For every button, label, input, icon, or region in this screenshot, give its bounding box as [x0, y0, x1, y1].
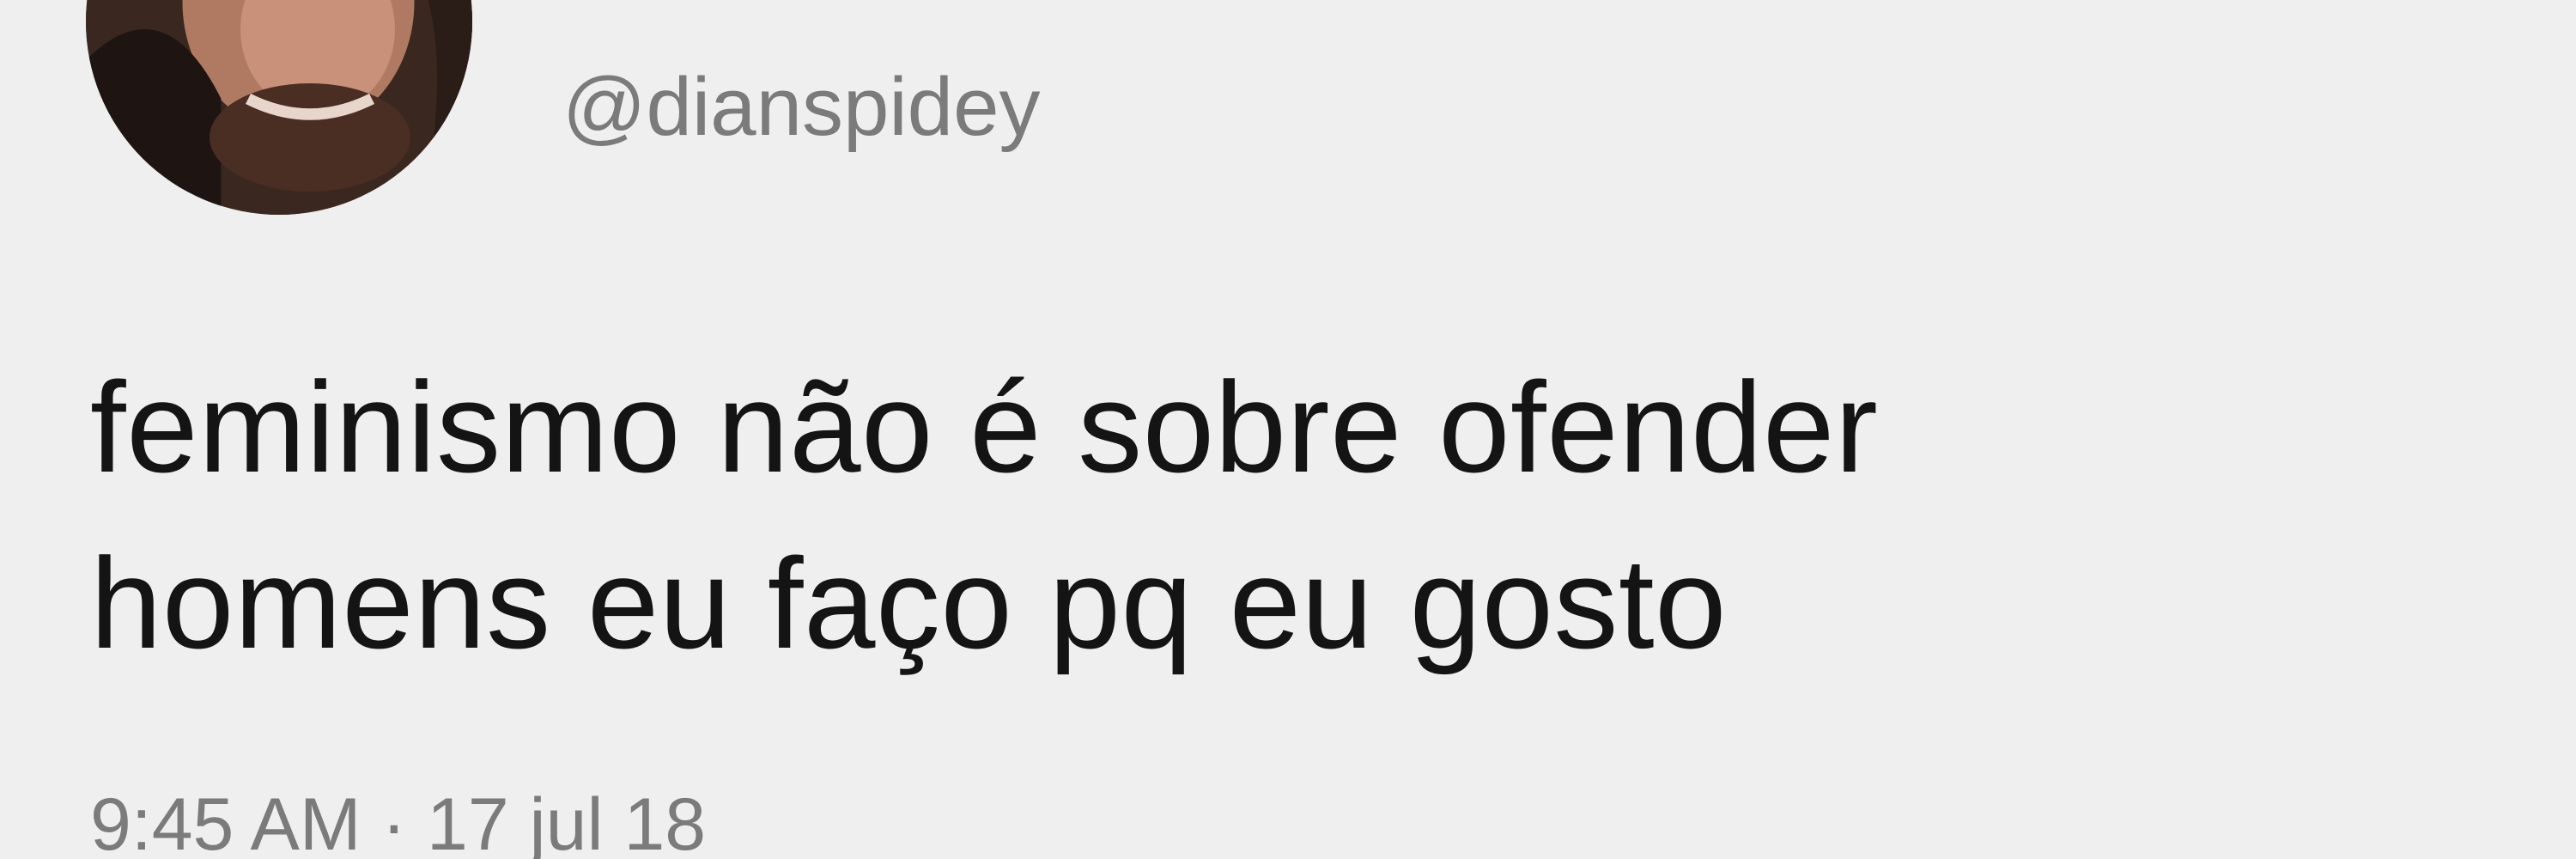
tweet-date: 17 jul 18 [426, 783, 707, 859]
tweet-text-line: feminismo não é sobre ofender [90, 355, 1879, 499]
avatar-photo-icon [86, 0, 472, 215]
timestamp-separator: · [381, 783, 407, 859]
tweet-timestamp[interactable]: 9:45 AM · 17 jul 18 [90, 773, 706, 859]
tweet-time: 9:45 AM [90, 783, 361, 859]
tweet-text-line: homens eu faço pq eu gosto [90, 531, 1728, 675]
display-name-cropped [558, 0, 1005, 10]
user-handle[interactable]: @dianspidey [562, 52, 1040, 163]
user-avatar[interactable] [86, 0, 472, 215]
tweet-text: feminismo não é sobre ofender homens eu … [90, 339, 2409, 691]
tweet-card: @dianspidey feminismo não é sobre ofende… [0, 0, 2576, 859]
